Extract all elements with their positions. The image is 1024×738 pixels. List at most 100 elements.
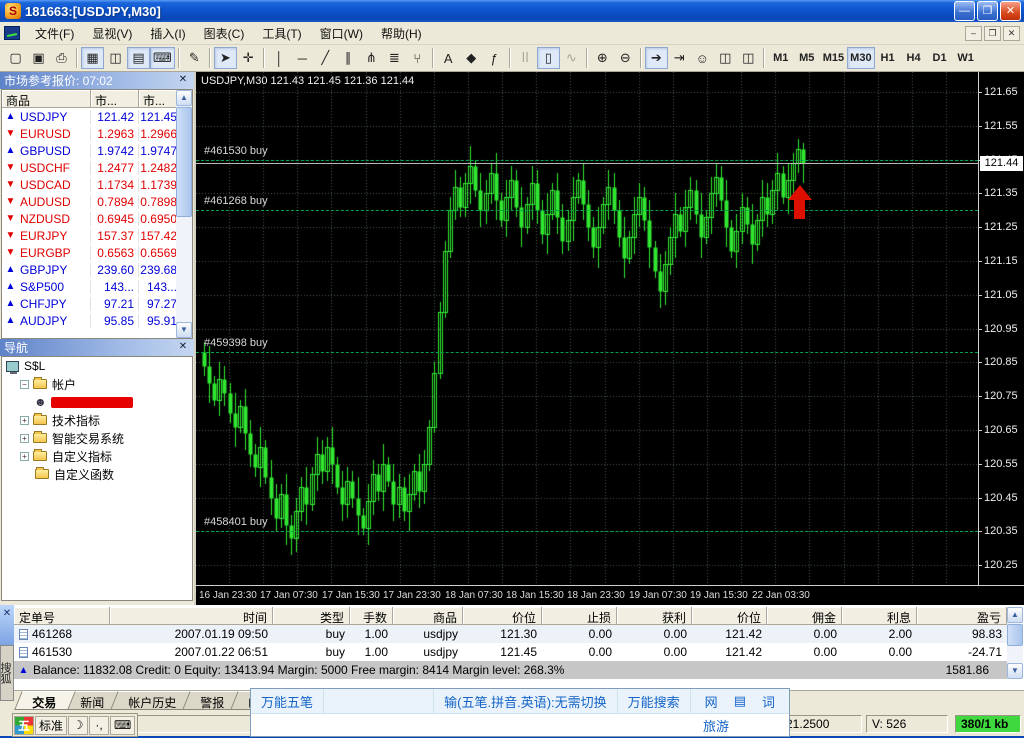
ime-input-area[interactable] [324,689,434,713]
new-chart-button[interactable]: ▢ [4,47,27,69]
ime-punctuation-icon[interactable]: ·, [89,716,109,735]
navigator-close-icon[interactable]: ✕ [176,341,190,354]
menu-窗口[interactable]: 窗口(W) [311,22,372,45]
navigator-item-account-redacted[interactable]: ☻ [2,393,192,411]
navigator-item[interactable]: +技术指标 [2,411,192,429]
ime-engine-label[interactable]: 万能五笔 [251,689,324,713]
template-2-button[interactable]: ◫ [737,47,760,69]
price-chart-canvas[interactable] [196,72,978,585]
terminal-column-header[interactable]: 利息 [842,607,917,625]
terminal-tab-交易[interactable]: 交易 [14,691,76,710]
navigator-button[interactable]: ▤ [127,47,150,69]
terminal-column-header[interactable]: 止损 [542,607,617,625]
ime-suggestion[interactable]: 旅游 [703,716,729,735]
navigator-item[interactable]: −帐户 [2,375,192,393]
ime-halfwidth-icon[interactable]: ☽ [68,716,88,735]
navigator-titlebar[interactable]: 导航 ✕ [0,339,194,356]
trendline-button[interactable]: ╱ [314,47,337,69]
expand-icon[interactable]: + [20,416,29,425]
ime-search-button[interactable]: 万能搜索 [618,689,691,713]
terminal-scrollbar[interactable]: ▲ ▼ [1007,607,1023,679]
arrows-button[interactable]: ◆ [460,47,483,69]
market-watch-row[interactable]: ▼EURGBP0.65630.6569 [2,244,192,261]
scroll-thumb[interactable] [1007,624,1023,646]
menu-文件[interactable]: 文件(F) [26,22,83,45]
text-label-button[interactable]: A [437,47,460,69]
terminal-column-header[interactable]: 手数 [350,607,393,625]
vertical-line-button[interactable]: │ [268,47,291,69]
restore-button[interactable]: ❐ [977,1,998,21]
account-redacted-bar[interactable] [51,397,133,408]
fibonacci-fan-button[interactable]: ⑂ [406,47,429,69]
market-watch-column-header[interactable]: 商品 [2,90,91,108]
chart-window-icon[interactable] [4,26,20,40]
terminal-button[interactable]: ⌨ [150,47,175,69]
terminal-close-icon[interactable]: ✕ [0,605,14,619]
time-axis[interactable]: 16 Jan 23:3017 Jan 07:3017 Jan 15:3017 J… [196,585,1024,605]
terminal-column-header[interactable]: 盈亏 [917,607,1007,625]
timeframe-m30-button[interactable]: M30 [847,47,874,69]
market-watch-row[interactable]: ▼USDCHF1.24771.2482 [2,159,192,176]
ime-keyboard-icon[interactable]: ⌨ [110,716,135,735]
scroll-thumb[interactable] [176,107,192,217]
andrews-pitchfork-button[interactable]: ⋔ [360,47,383,69]
template-1-button[interactable]: ◫ [714,47,737,69]
order-table-row[interactable]: 4615302007.01.22 06:51buy1.00usdjpy121.4… [14,643,1007,661]
market-watch-row[interactable]: ▼AUDUSD0.78940.7898 [2,193,192,210]
zoom-in-button[interactable]: ⊕ [591,47,614,69]
market-watch-close-icon[interactable]: ✕ [176,74,190,87]
close-button[interactable]: ✕ [1000,1,1021,21]
price-axis[interactable]: 121.65121.55121.45121.35121.25121.15121.… [978,72,1024,585]
terminal-column-header[interactable]: 价位 [463,607,542,625]
order-table-row[interactable]: 4612682007.01.19 09:50buy1.00usdjpy121.3… [14,625,1007,643]
expand-icon[interactable]: + [20,434,29,443]
zoom-out-button[interactable]: ⊖ [614,47,637,69]
menu-插入[interactable]: 插入(I) [141,22,194,45]
expand-icon[interactable]: + [20,452,29,461]
candlestick-chart-button[interactable]: ▯ [537,47,560,69]
child-restore-button[interactable]: ❐ [984,26,1001,41]
menu-图表[interactable]: 图表(C) [195,22,254,45]
menu-显视[interactable]: 显视(V) [83,22,141,45]
scroll-down-icon[interactable]: ▼ [1007,663,1023,679]
ime-logo-icon[interactable]: 五 [14,716,34,735]
minimize-button[interactable]: — [954,1,975,21]
ime-net-link[interactable]: 网 [705,692,718,711]
timeframe-h1-button[interactable]: H1 [875,47,901,69]
market-watch-scrollbar[interactable]: ▲ ▼ [176,90,192,338]
navigator-item[interactable]: +自定义指标 [2,447,192,465]
print-button[interactable]: ⎙ [50,47,73,69]
navigator-item[interactable]: +智能交易系统 [2,429,192,447]
chart-shift-button[interactable]: ⇥ [668,47,691,69]
terminal-column-header[interactable]: 时间 [110,607,273,625]
market-watch-row[interactable]: ▲USDJPY121.42121.45 [2,108,192,125]
market-watch-row[interactable]: ▲GBPUSD1.97421.9747 [2,142,192,159]
ime-word-link[interactable]: 词 [762,692,775,711]
navigator-item[interactable]: 自定义函数 [2,465,192,483]
market-watch-row[interactable]: ▼USDCAD1.17341.1739 [2,176,192,193]
market-watch-column-header[interactable]: 市... [91,90,139,108]
cursor-button[interactable]: ➤ [214,47,237,69]
fibonacci-retracement-button[interactable]: ≣ [383,47,406,69]
ime-mode-button[interactable]: 标准 [35,716,67,735]
new-order-button[interactable]: ✎ [183,47,206,69]
data-window-button[interactable]: ◫ [104,47,127,69]
scroll-up-icon[interactable]: ▲ [1007,607,1023,623]
child-minimize-button[interactable]: – [965,26,982,41]
scroll-down-icon[interactable]: ▼ [176,322,192,338]
terminal-column-header[interactable]: 获利 [617,607,692,625]
crosshair-button[interactable]: ✛ [237,47,260,69]
timeframe-w1-button[interactable]: W1 [953,47,979,69]
collapse-icon[interactable]: − [20,380,29,389]
market-watch-row[interactable]: ▲AUDJPY95.8595.91 [2,312,192,329]
auto-scroll-button[interactable]: ➔ [645,47,668,69]
market-watch-titlebar[interactable]: 市场参考报价: 07:02 ✕ [0,72,194,89]
market-watch-button[interactable]: ▦ [81,47,104,69]
indicators-button[interactable]: ƒ [483,47,506,69]
ime-doc-icon[interactable]: ▤ [734,693,746,709]
terminal-column-header[interactable]: 类型 [273,607,350,625]
market-watch-row[interactable]: ▲GBPJPY239.60239.68 [2,261,192,278]
strategy-tester-button[interactable]: ☺ [691,47,714,69]
side-docked-tab[interactable]: 搜狐 [0,645,14,701]
terminal-column-header[interactable]: 佣金 [767,607,842,625]
